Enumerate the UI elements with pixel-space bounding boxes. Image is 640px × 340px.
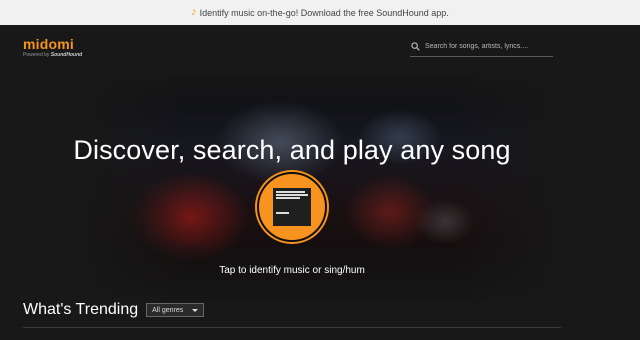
section-divider xyxy=(23,327,561,328)
trending-title: What's Trending xyxy=(23,301,139,318)
promo-text[interactable]: Identify music on-the-go! Download the f… xyxy=(200,8,449,18)
logo-wordmark: midomi xyxy=(23,36,74,52)
promo-bar[interactable]: ♪ Identify music on-the-go! Download the… xyxy=(0,0,640,25)
search-bar[interactable] xyxy=(410,37,553,57)
genre-dropdown[interactable]: All genres xyxy=(146,303,205,317)
chevron-down-icon xyxy=(192,309,199,312)
music-note-icon: ♪ xyxy=(191,6,197,18)
header: midomi Powered by SoundHound xyxy=(0,25,640,71)
main-page: midomi Powered by SoundHound Discover, s… xyxy=(0,25,640,340)
trending-section: What's Trending All genres xyxy=(23,301,205,319)
hero-title: Discover, search, and play any song xyxy=(73,135,511,165)
album-art-icon xyxy=(273,188,311,226)
tap-instruction: Tap to identify music or sing/hum xyxy=(219,265,365,276)
search-input[interactable] xyxy=(425,43,550,50)
search-icon xyxy=(411,42,420,51)
genre-selected: All genres xyxy=(152,306,184,314)
identify-button[interactable] xyxy=(257,172,327,242)
powered-by: Powered by SoundHound xyxy=(23,52,83,58)
midomi-logo[interactable]: midomi Powered by SoundHound xyxy=(23,37,82,58)
